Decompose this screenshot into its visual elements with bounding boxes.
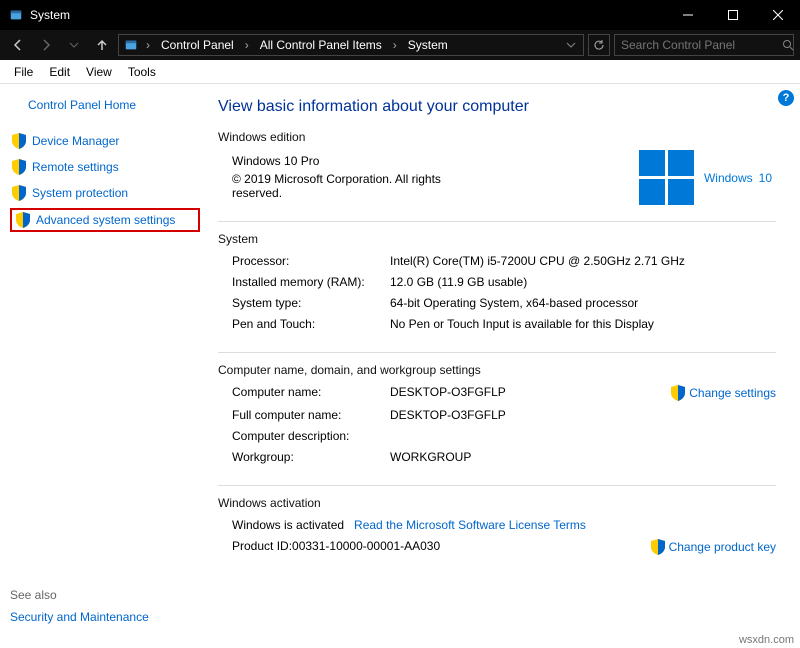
shield-icon bbox=[12, 133, 26, 149]
row-label: Processor: bbox=[232, 254, 390, 268]
row-value: 64-bit Operating System, x64-based proce… bbox=[390, 296, 776, 310]
shield-icon bbox=[12, 185, 26, 201]
breadcrumb-icon bbox=[123, 37, 139, 53]
row-label: Computer description: bbox=[232, 429, 390, 443]
nav-forward-button[interactable] bbox=[34, 33, 58, 57]
sidebar-item-label: Remote settings bbox=[32, 160, 119, 174]
sidebar: Control Panel Home Device Manager Remote… bbox=[0, 84, 210, 648]
section-activation-title: Windows activation bbox=[218, 496, 776, 510]
change-settings-link[interactable]: Change settings bbox=[671, 385, 776, 401]
sidebar-item-label: System protection bbox=[32, 186, 128, 200]
row-value: 12.0 GB (11.9 GB usable) bbox=[390, 275, 776, 289]
shield-icon bbox=[671, 385, 685, 401]
shield-icon bbox=[16, 212, 30, 228]
see-also-heading: See also bbox=[10, 588, 200, 602]
chevron-right-icon[interactable]: › bbox=[390, 38, 400, 52]
row-label: System type: bbox=[232, 296, 390, 310]
help-icon[interactable]: ? bbox=[778, 90, 794, 106]
row-value bbox=[390, 429, 776, 443]
row-value: WORKGROUP bbox=[390, 450, 776, 464]
refresh-button[interactable] bbox=[588, 34, 610, 56]
row-label: Installed memory (RAM): bbox=[232, 275, 390, 289]
product-id-value: 00331-10000-00001-AA030 bbox=[292, 539, 440, 555]
change-product-key-link[interactable]: Change product key bbox=[651, 539, 776, 555]
divider bbox=[218, 485, 776, 486]
row-label: Pen and Touch: bbox=[232, 317, 390, 331]
nav-up-button[interactable] bbox=[90, 33, 114, 57]
row-value: Intel(R) Core(TM) i5-7200U CPU @ 2.50GHz… bbox=[390, 254, 776, 268]
maximize-button[interactable] bbox=[710, 0, 755, 30]
product-id-label: Product ID: bbox=[232, 539, 292, 555]
menu-bar: File Edit View Tools bbox=[0, 60, 800, 84]
breadcrumb-dropdown[interactable] bbox=[561, 40, 581, 50]
system-row: System type:64-bit Operating System, x64… bbox=[218, 294, 776, 312]
edition-name: Windows 10 Pro bbox=[232, 154, 639, 168]
close-button[interactable] bbox=[755, 0, 800, 30]
section-computer-title: Computer name, domain, and workgroup set… bbox=[218, 363, 481, 377]
sidebar-item-label: Device Manager bbox=[32, 134, 119, 148]
nav-recent-button[interactable] bbox=[62, 33, 86, 57]
chevron-right-icon[interactable]: › bbox=[143, 38, 153, 52]
change-settings-label: Change settings bbox=[689, 386, 776, 400]
row-value: DESKTOP-O3FGFLP bbox=[390, 385, 671, 401]
shield-icon bbox=[651, 539, 665, 555]
sidebar-item-label: Advanced system settings bbox=[36, 213, 175, 227]
row-value: DESKTOP-O3FGFLP bbox=[390, 408, 776, 422]
breadcrumb-item[interactable]: All Control Panel Items bbox=[254, 35, 388, 55]
main-panel: ? View basic information about your comp… bbox=[210, 84, 800, 648]
windows-tiles-icon bbox=[639, 150, 694, 205]
product-id-row: Product ID: 00331-10000-00001-AA030 Chan… bbox=[218, 537, 776, 557]
logo-text-windows: Windows bbox=[704, 171, 753, 185]
chevron-right-icon[interactable]: › bbox=[242, 38, 252, 52]
system-row: Processor:Intel(R) Core(TM) i5-7200U CPU… bbox=[218, 252, 776, 270]
search-box[interactable] bbox=[614, 34, 794, 56]
breadcrumb-item[interactable]: Control Panel bbox=[155, 35, 240, 55]
watermark: wsxdn.com bbox=[739, 634, 794, 646]
see-also-security-maintenance[interactable]: Security and Maintenance bbox=[10, 610, 200, 624]
menu-view[interactable]: View bbox=[78, 61, 120, 83]
divider bbox=[218, 221, 776, 222]
computer-row: Full computer name:DESKTOP-O3FGFLP bbox=[218, 406, 776, 424]
computer-row: Workgroup:WORKGROUP bbox=[218, 448, 776, 466]
row-label: Computer name: bbox=[232, 385, 390, 401]
system-row: Installed memory (RAM):12.0 GB (11.9 GB … bbox=[218, 273, 776, 291]
edition-copyright: © 2019 Microsoft Corporation. All rights… bbox=[232, 172, 452, 200]
window-titlebar: System bbox=[0, 0, 800, 30]
search-icon[interactable] bbox=[782, 39, 794, 51]
section-windows-edition-title: Windows edition bbox=[218, 130, 776, 144]
sidebar-item-remote-settings[interactable]: Remote settings bbox=[10, 156, 200, 178]
nav-back-button[interactable] bbox=[6, 33, 30, 57]
computer-row: Computer name: DESKTOP-O3FGFLP Change se… bbox=[218, 383, 776, 403]
window-title: System bbox=[30, 8, 665, 22]
sidebar-item-device-manager[interactable]: Device Manager bbox=[10, 130, 200, 152]
activation-row: Windows is activated Read the Microsoft … bbox=[218, 516, 776, 534]
system-row: Pen and Touch:No Pen or Touch Input is a… bbox=[218, 315, 776, 333]
page-title: View basic information about your comput… bbox=[218, 98, 776, 116]
divider bbox=[218, 352, 776, 353]
menu-edit[interactable]: Edit bbox=[41, 61, 78, 83]
breadcrumb-item[interactable]: System bbox=[402, 35, 454, 55]
activation-status: Windows is activated bbox=[232, 518, 344, 532]
row-label: Full computer name: bbox=[232, 408, 390, 422]
computer-row: Computer description: bbox=[218, 427, 776, 445]
sidebar-item-system-protection[interactable]: System protection bbox=[10, 182, 200, 204]
windows-logo: Windows 10 bbox=[639, 150, 776, 205]
sidebar-item-advanced-system-settings[interactable]: Advanced system settings bbox=[10, 208, 200, 232]
sidebar-home-link[interactable]: Control Panel Home bbox=[28, 98, 200, 112]
menu-tools[interactable]: Tools bbox=[120, 61, 164, 83]
minimize-button[interactable] bbox=[665, 0, 710, 30]
shield-icon bbox=[12, 159, 26, 175]
address-bar: › Control Panel › All Control Panel Item… bbox=[0, 30, 800, 60]
row-value: No Pen or Touch Input is available for t… bbox=[390, 317, 776, 331]
menu-file[interactable]: File bbox=[6, 61, 41, 83]
section-system-title: System bbox=[218, 232, 776, 246]
row-label: Workgroup: bbox=[232, 450, 390, 464]
change-product-key-label: Change product key bbox=[669, 540, 776, 554]
breadcrumb[interactable]: › Control Panel › All Control Panel Item… bbox=[118, 34, 584, 56]
logo-text-10: 10 bbox=[759, 171, 772, 185]
search-input[interactable] bbox=[615, 38, 782, 52]
license-terms-link[interactable]: Read the Microsoft Software License Term… bbox=[354, 518, 586, 532]
app-icon bbox=[8, 7, 24, 23]
